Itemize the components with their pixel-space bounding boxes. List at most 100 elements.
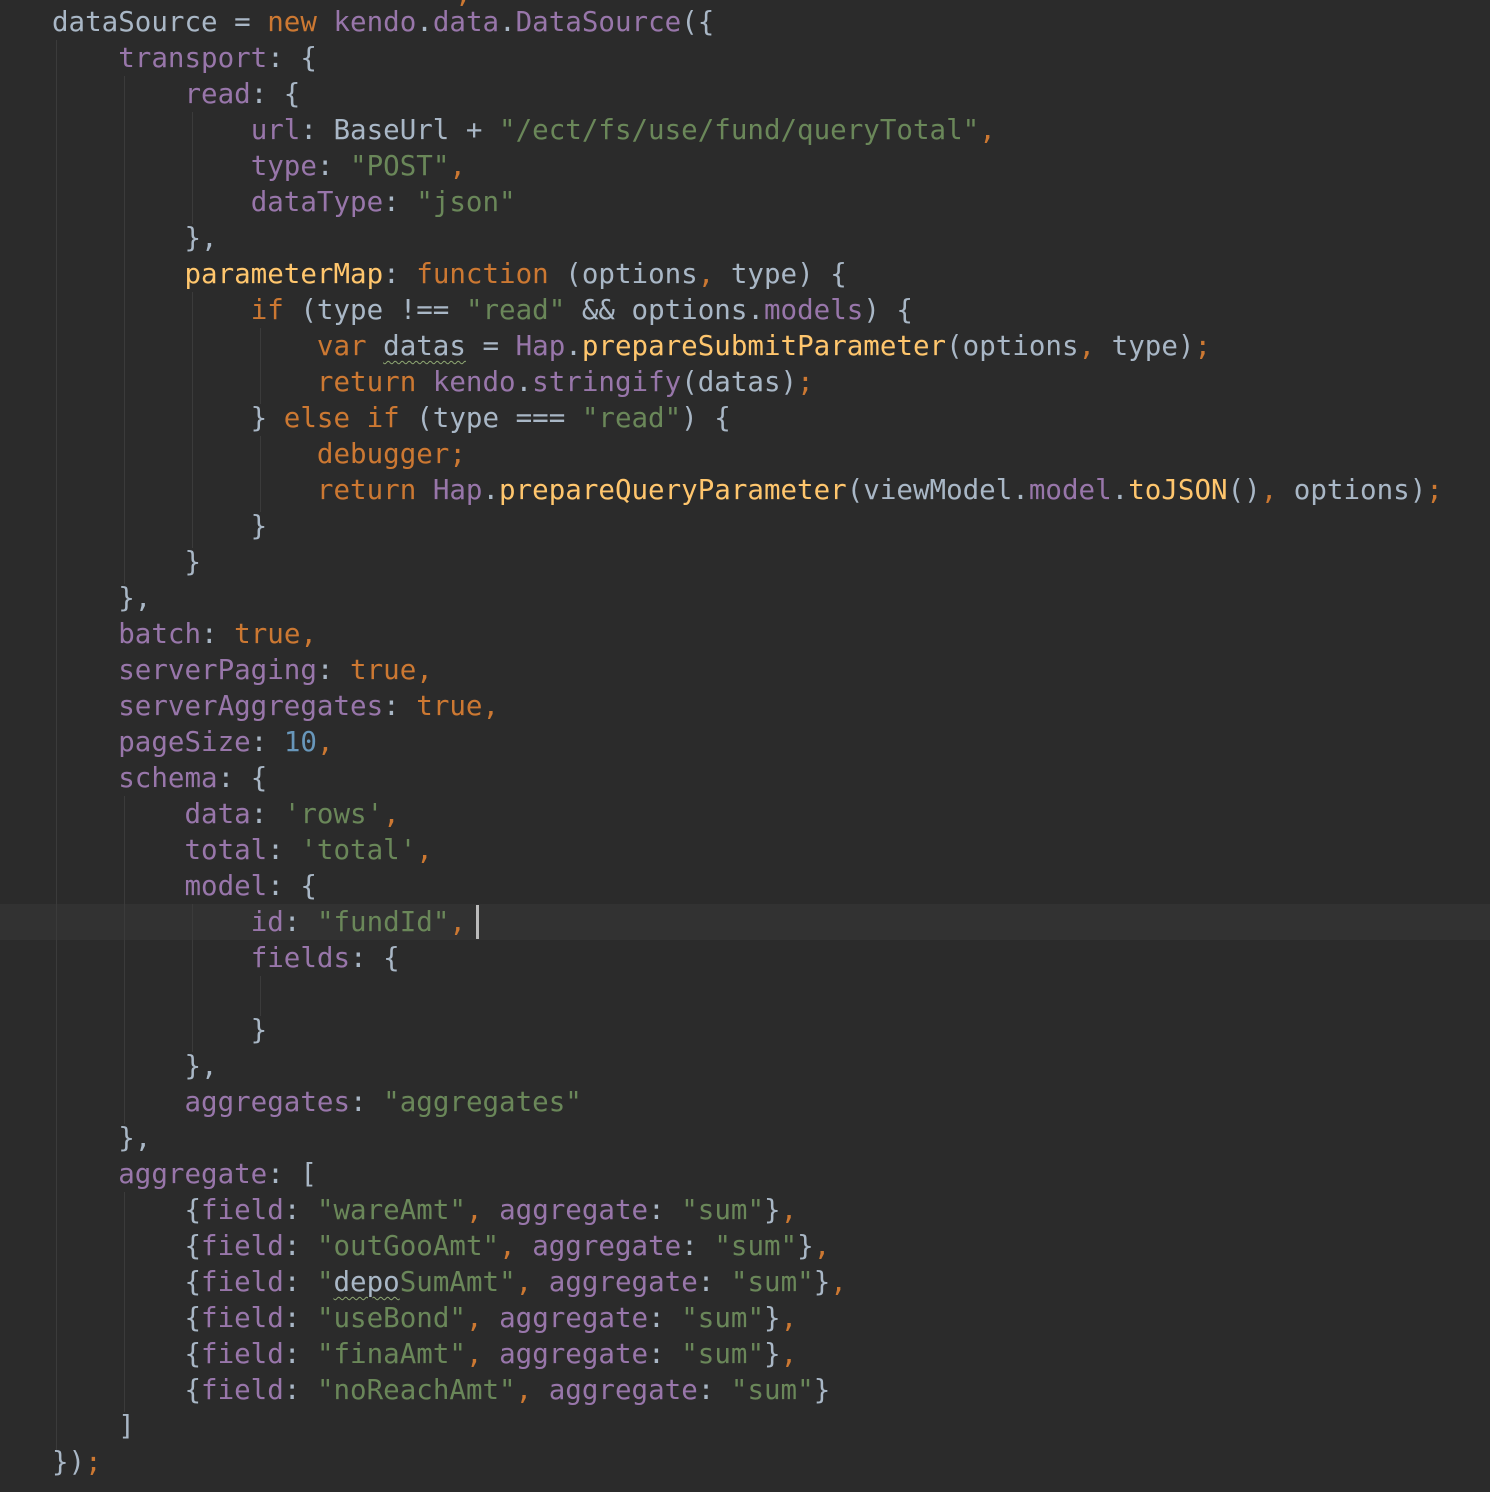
code-token: (options bbox=[565, 258, 698, 290]
code-line-17[interactable]: }, bbox=[52, 580, 151, 616]
code-token: } bbox=[813, 1374, 831, 1406]
code-line-4[interactable]: url: BaseUrl + "/ect/fs/use/fund/queryTo… bbox=[52, 112, 996, 148]
code-token: id bbox=[250, 906, 284, 938]
code-token: model bbox=[184, 870, 268, 902]
code-token: } bbox=[764, 1302, 781, 1334]
code-line-35[interactable]: {field: "outGooAmt", aggregate: "sum"}, bbox=[52, 1228, 830, 1264]
code-token: dataType bbox=[250, 186, 384, 218]
code-line-20[interactable]: serverAggregates: true, bbox=[52, 688, 499, 724]
code-line-37[interactable]: {field: "useBond", aggregate: "sum"}, bbox=[52, 1300, 797, 1336]
code-line-41[interactable]: }); bbox=[52, 1444, 102, 1480]
code-token: : { bbox=[250, 78, 301, 110]
code-line-34[interactable]: {field: "wareAmt", aggregate: "sum"}, bbox=[52, 1192, 797, 1228]
code-line-29[interactable]: } bbox=[52, 1012, 268, 1048]
code-token: "sum" bbox=[681, 1338, 765, 1370]
code-token: , bbox=[697, 258, 715, 290]
code-line-8[interactable]: parameterMap: function (options, type) { bbox=[52, 256, 846, 292]
code-token: : bbox=[383, 258, 417, 290]
code-line-21[interactable]: pageSize: 10, bbox=[52, 724, 333, 760]
code-line-1[interactable]: dataSource = new kendo.data.DataSource({ bbox=[52, 4, 714, 40]
code-token: , bbox=[449, 906, 466, 938]
code-token: . bbox=[515, 366, 533, 398]
code-token: 10 bbox=[283, 726, 317, 758]
code-token: ] bbox=[52, 1410, 135, 1442]
code-token: ; bbox=[85, 1446, 102, 1478]
code-token: else if bbox=[283, 402, 417, 434]
code-line-33[interactable]: aggregate: [ bbox=[52, 1156, 317, 1192]
code-line-15[interactable]: } bbox=[52, 508, 268, 544]
code-token: true, bbox=[416, 690, 500, 722]
code-line-2[interactable]: transport: { bbox=[52, 40, 317, 76]
code-line-13[interactable]: debugger; bbox=[52, 436, 466, 472]
code-line-25[interactable]: model: { bbox=[52, 868, 316, 904]
code-token: toJSON bbox=[1128, 474, 1228, 506]
code-line-24[interactable]: total: 'total', bbox=[52, 832, 432, 868]
code-token: : bbox=[250, 726, 284, 758]
code-token: models bbox=[763, 294, 864, 326]
code-token: : { bbox=[217, 762, 268, 794]
code-line-14[interactable]: return Hap.prepareQueryParameter(viewMod… bbox=[52, 472, 1443, 508]
code-token: return bbox=[316, 366, 433, 398]
code-token: : bbox=[350, 1086, 384, 1118]
code-token: ({ bbox=[681, 6, 715, 38]
code-token: , bbox=[780, 1302, 798, 1334]
code-token: aggregate bbox=[499, 1302, 649, 1334]
code-line-22[interactable]: schema: { bbox=[52, 760, 267, 796]
code-token: } bbox=[52, 1014, 268, 1046]
indent-guide bbox=[260, 976, 261, 1016]
code-token: field bbox=[201, 1374, 284, 1406]
code-line-38[interactable]: {field: "finaAmt", aggregate: "sum"}, bbox=[52, 1336, 797, 1372]
code-line-16[interactable]: } bbox=[52, 544, 201, 580]
code-token: (options bbox=[946, 330, 1079, 362]
code-token: (viewModel. bbox=[846, 474, 1029, 506]
code-editor[interactable]: , dataSource = new kendo.data.DataSource… bbox=[0, 0, 1490, 1492]
code-token: "sum" bbox=[681, 1194, 765, 1226]
code-line-11[interactable]: return kendo.stringify(datas); bbox=[52, 364, 814, 400]
code-token: , bbox=[515, 1374, 533, 1406]
code-token: SumAmt" bbox=[399, 1266, 516, 1298]
code-line-18[interactable]: batch: true, bbox=[52, 616, 317, 652]
code-token: : BaseUrl + bbox=[300, 114, 500, 146]
code-token: "sum" bbox=[730, 1374, 814, 1406]
code-line-36[interactable]: {field: "depoSumAmt", aggregate: "sum"}, bbox=[52, 1264, 846, 1300]
code-line-23[interactable]: data: 'rows', bbox=[52, 796, 399, 832]
code-line-40[interactable]: ] bbox=[52, 1408, 135, 1444]
code-line-19[interactable]: serverPaging: true, bbox=[52, 652, 433, 688]
code-token: ) { bbox=[681, 402, 731, 434]
code-token: transport bbox=[118, 42, 268, 74]
code-token: "wareAmt" bbox=[316, 1194, 466, 1226]
code-line-31[interactable]: aggregates: "aggregates" bbox=[52, 1084, 581, 1120]
code-line-39[interactable]: {field: "noReachAmt", aggregate: "sum"} bbox=[52, 1372, 830, 1408]
code-line-32[interactable]: }, bbox=[52, 1120, 151, 1156]
code-token: ; bbox=[1426, 474, 1443, 506]
code-token: aggregate bbox=[548, 1374, 698, 1406]
code-line-26[interactable]: id: "fundId", bbox=[52, 904, 466, 940]
code-token: : bbox=[201, 618, 235, 650]
code-token: } bbox=[813, 1266, 831, 1298]
code-line-6[interactable]: dataType: "json" bbox=[52, 184, 516, 220]
code-token: : bbox=[697, 1266, 731, 1298]
code-line-12[interactable]: } else if (type === "read") { bbox=[52, 400, 731, 436]
code-token: : bbox=[316, 654, 351, 686]
code-line-7[interactable]: }, bbox=[52, 220, 217, 256]
code-token: "useBond" bbox=[316, 1302, 466, 1334]
code-line-3[interactable]: read: { bbox=[52, 76, 300, 112]
code-line-5[interactable]: type: "POST", bbox=[52, 148, 466, 184]
code-line-27[interactable]: fields: { bbox=[52, 940, 400, 976]
code-line-9[interactable]: if (type !== "read" && options.models) { bbox=[52, 292, 913, 328]
code-line-30[interactable]: }, bbox=[52, 1048, 217, 1084]
code-token: aggregate bbox=[499, 1194, 649, 1226]
code-line-10[interactable]: var datas = Hap.prepareSubmitParameter(o… bbox=[52, 328, 1211, 364]
code-token: : bbox=[283, 1338, 317, 1370]
code-token: . bbox=[499, 6, 516, 38]
